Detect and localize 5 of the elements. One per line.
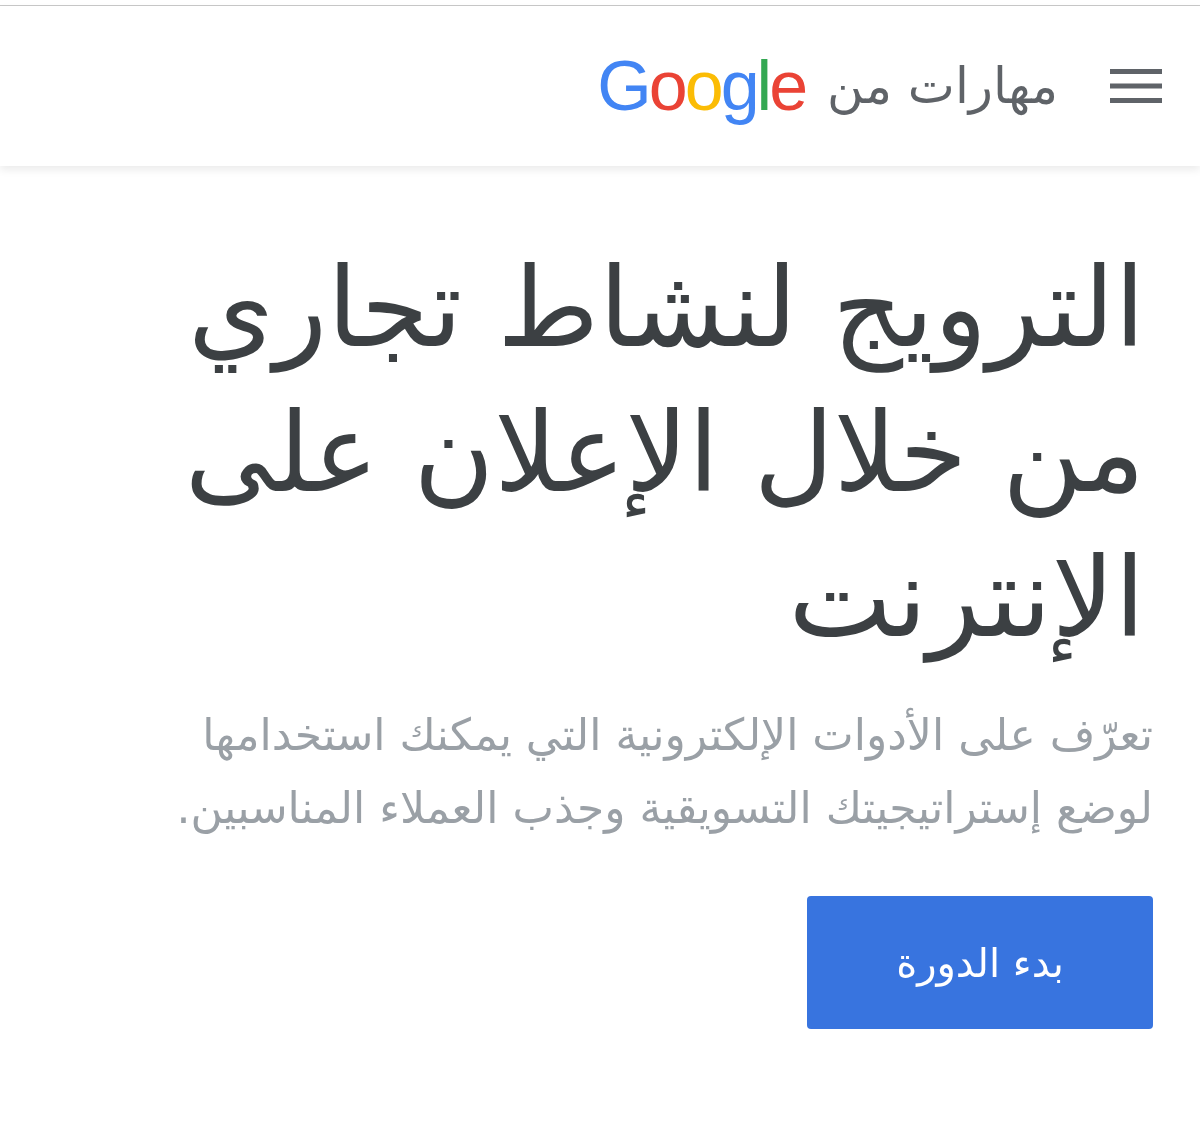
brand-text: مهارات من (827, 56, 1058, 116)
description-text: تعرّف على الأدوات الإلكترونية التي يمكنك استخدامها لوضع إستراتيجيتك التسويقية وجذب العملاء المناسبين. (175, 706, 1153, 836)
start-course-button[interactable]: بدء الدورة (807, 896, 1153, 1029)
menu-icon[interactable] (1110, 69, 1162, 103)
page-heading: الترويج لنشاط تجاري من خلال الإعلان على الإنترنت (183, 243, 1145, 665)
